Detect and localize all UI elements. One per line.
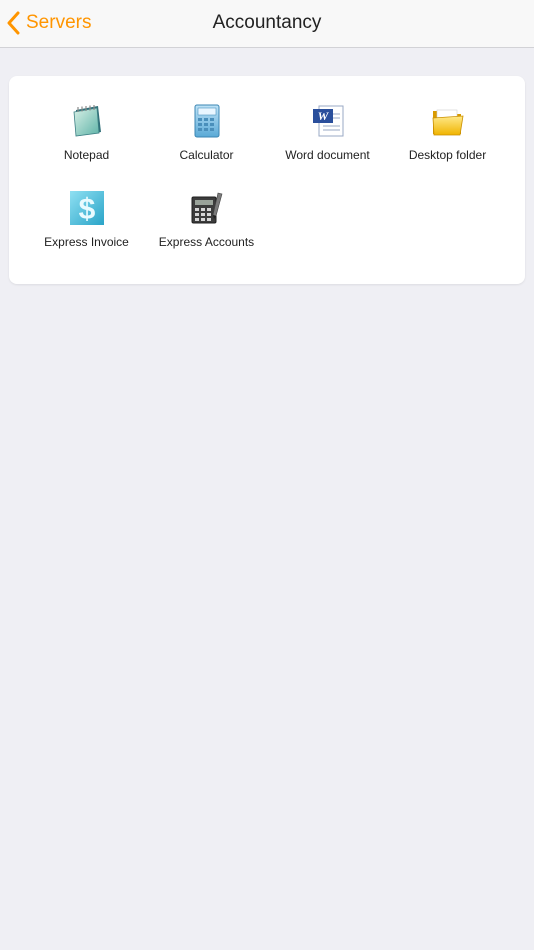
app-tile-express-invoice[interactable]: $ Express Invoice bbox=[26, 189, 147, 269]
app-tile-desktop-folder[interactable]: Desktop folder bbox=[387, 102, 508, 182]
app-grid: Notepad Calculator W Word document Deskt… bbox=[9, 76, 525, 284]
svg-text:W: W bbox=[317, 109, 329, 123]
word-document-icon: W bbox=[309, 102, 347, 140]
app-tile-label: Express Invoice bbox=[44, 235, 129, 249]
svg-text:$: $ bbox=[78, 193, 95, 226]
app-tile-express-accounts[interactable]: Express Accounts bbox=[146, 189, 267, 269]
app-tile-label: Express Accounts bbox=[158, 235, 255, 249]
app-tile-word-document[interactable]: W Word document bbox=[267, 102, 388, 182]
app-tile-notepad[interactable]: Notepad bbox=[26, 102, 147, 182]
folder-icon bbox=[429, 102, 467, 140]
navigation-bar: Servers Accountancy bbox=[0, 0, 534, 48]
app-tile-label: Desktop folder bbox=[408, 148, 487, 162]
accounts-calculator-icon bbox=[188, 189, 226, 227]
app-tile-label: Calculator bbox=[179, 148, 234, 162]
app-tile-label: Notepad bbox=[63, 148, 110, 162]
app-tile-label: Word document bbox=[285, 148, 370, 162]
app-tile-calculator[interactable]: Calculator bbox=[146, 102, 267, 182]
notepad-icon bbox=[68, 102, 106, 140]
invoice-dollar-icon: $ bbox=[68, 189, 106, 227]
calculator-icon bbox=[188, 102, 226, 140]
page-title: Accountancy bbox=[212, 12, 322, 33]
